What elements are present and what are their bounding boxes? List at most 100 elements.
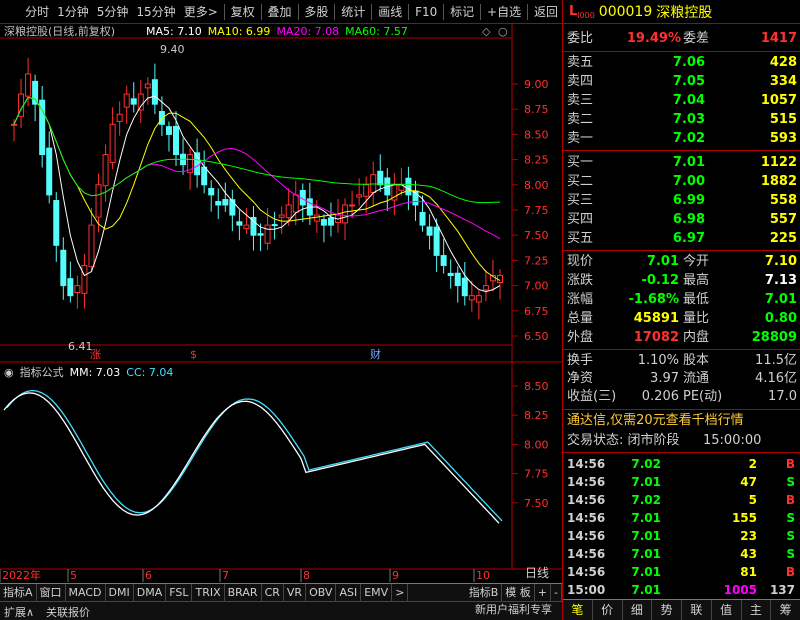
indicator-tab-9[interactable]: VR [284, 584, 307, 601]
panel-tab-7[interactable]: 筹 [771, 600, 800, 620]
toolbar-button-6[interactable]: 标记 [446, 0, 478, 24]
expand-button[interactable]: 扩展∧ [4, 604, 34, 620]
indicator-tab-0[interactable]: 指标A [0, 584, 37, 601]
stat-label: 涨幅 [567, 292, 594, 307]
tick-time: 14:56 [567, 475, 606, 489]
chart-canvas[interactable]: 9.00 8.75 8.50 8.25 8.00 7.75 7.50 7.25 7.00 6.75… [0, 24, 562, 584]
indicator-tab-7[interactable]: BRAR [225, 584, 262, 601]
indicator-tab-4[interactable]: DMA [134, 584, 167, 601]
stat-label: 现价 [567, 254, 594, 269]
tick-price: 7.02 [631, 457, 661, 471]
ad-row[interactable]: 通达信,仅需20元查看千档行情 [563, 411, 800, 431]
indicator-tab-right-3[interactable]: - [551, 584, 562, 601]
period-tab-4[interactable]: 更多> [180, 0, 222, 24]
webi-row: 委比 19.49% 委差 1417 [563, 29, 800, 49]
toolbar-button-3[interactable]: 统计 [337, 0, 369, 24]
panel-tab-3[interactable]: 势 [652, 600, 682, 620]
candle-body [271, 224, 278, 227]
toolbar-button-0[interactable]: 复权 [227, 0, 259, 24]
panel-tab-1[interactable]: 价 [593, 600, 623, 620]
candle-body [25, 73, 32, 97]
event-marker[interactable]: 财 [370, 347, 381, 361]
candle-body [222, 199, 229, 206]
tick-price: 7.01 [631, 511, 661, 525]
toolbar-button-4[interactable]: 画线 [374, 0, 406, 24]
panel-tab-4[interactable]: 联 [682, 600, 712, 620]
indicator-tab-12[interactable]: EMV [361, 584, 393, 601]
x-tick-label: 6 [145, 569, 152, 582]
sell-price: 7.05 [672, 74, 705, 89]
panel-tab-0[interactable]: 笔 [563, 600, 593, 620]
toolbar-button-1[interactable]: 叠加 [264, 0, 296, 24]
candle-body [419, 212, 426, 226]
indicator-tab-right-0[interactable]: 指标B [466, 584, 503, 601]
sell-volume: 334 [769, 74, 797, 89]
high-price-label: 9.40 [160, 43, 185, 56]
chart-collapse-icon[interactable]: ○ [498, 25, 508, 39]
indicator-tab-5[interactable]: FSL [166, 584, 193, 601]
indicator-y-tick-label: 7.50 [524, 497, 549, 510]
panel-tab-5[interactable]: 值 [712, 600, 742, 620]
trade-status-row: 交易状态: 闭市阶段 15:00:00 [563, 431, 800, 451]
x-axis-period-label[interactable]: 日线 [525, 566, 549, 580]
toolbar-button-7[interactable]: +自选 [483, 0, 525, 24]
indicator-tab-11[interactable]: ASI [336, 584, 362, 601]
promo-link[interactable]: 新用户福利专享 [475, 601, 552, 617]
x-tick-label: 9 [392, 569, 399, 582]
fund-value: 0.206 [641, 389, 679, 404]
buy-label: 买四 [567, 212, 594, 227]
ma-label-1: MA10: 6.99 [207, 25, 271, 38]
toolbar-divider [297, 3, 299, 20]
toolbar-button-2[interactable]: 多股 [300, 0, 332, 24]
y-tick-label: 8.75 [524, 103, 549, 116]
indicator-name[interactable]: 指标公式 [20, 364, 64, 380]
webi-label: 委比 [567, 31, 594, 46]
toolbar-button-8[interactable]: 返回 [530, 0, 562, 24]
indicator-y-tick-label: 7.75 [524, 468, 549, 481]
tick-volume: 1005 [723, 583, 757, 597]
stat-row-0: 现价 7.01 今开 7.10 [563, 252, 800, 272]
indicator-tab-3[interactable]: DMI [106, 584, 134, 601]
indicator-tab-13[interactable]: > [392, 584, 409, 601]
indicator-tab-8[interactable]: CR [262, 584, 284, 601]
panel-tab-6[interactable]: 主 [742, 600, 772, 620]
chart-diamond-icon[interactable]: ◇ [482, 25, 490, 39]
toolbar-button-5[interactable]: F10 [411, 0, 441, 24]
indicator-menu-icon[interactable]: ◉ [4, 366, 14, 379]
buy-row-2: 买二 7.00 1882 [563, 172, 800, 192]
ma-legend: MA5: 7.10 MA10: 6.99 MA20: 7.08 MA60: 7.57 [146, 25, 408, 38]
sell-label: 卖四 [567, 74, 594, 89]
indicator-tab-10[interactable]: OBV [306, 584, 337, 601]
sell-row-3: 卖三 7.04 1057 [563, 91, 800, 111]
cc-line [6, 389, 503, 522]
event-marker[interactable]: $ [190, 348, 197, 361]
sell-volume: 1057 [760, 93, 797, 108]
ma-label-2: MA20: 7.08 [276, 25, 340, 38]
candle-body [201, 166, 208, 186]
sell-row-2: 卖二 7.03 515 [563, 110, 800, 130]
related-quote-button[interactable]: 关联报价 [46, 604, 90, 620]
panel-divider [563, 150, 800, 151]
chart-area[interactable]: 9.00 8.75 8.50 8.25 8.00 7.75 7.50 7.25 7.00 6.75… [0, 24, 562, 584]
indicator-tab-right-2[interactable]: + [535, 584, 552, 601]
buy-label: 买二 [567, 174, 594, 189]
candlesticks [11, 57, 503, 320]
stat-label: 总量 [567, 311, 594, 326]
candle-body [130, 98, 137, 105]
fund-value: 17.0 [768, 389, 797, 404]
stat-label: 内盘 [683, 330, 710, 345]
stat-value: 7.01 [646, 254, 679, 269]
candle-body [95, 184, 102, 218]
ma-label-3: MA60: 7.57 [345, 25, 408, 38]
indicator-tab-2[interactable]: MACD [66, 584, 106, 601]
tick-price: 7.01 [631, 547, 661, 561]
tick-side: B [785, 493, 795, 507]
indicator-tab-6[interactable]: TRIX [192, 584, 225, 601]
tick-volume: 155 [731, 511, 757, 525]
trade-status-time: 15:00:00 [703, 433, 762, 448]
tick-volume: 81 [740, 565, 757, 579]
indicator-tab-right-1[interactable]: 模 板 [502, 584, 535, 601]
indicator-tab-1[interactable]: 窗口 [37, 584, 66, 601]
toolbar-divider [480, 3, 482, 20]
panel-tab-2[interactable]: 细 [623, 600, 653, 620]
